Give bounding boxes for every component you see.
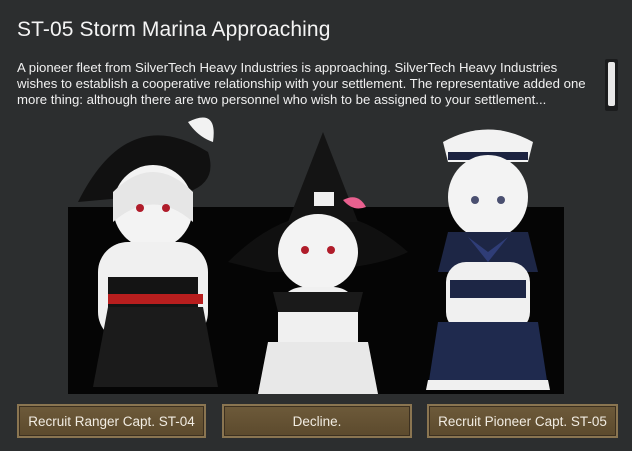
recruit-pioneer-button[interactable]: Recruit Pioneer Capt. ST-05 (427, 404, 618, 438)
pioneer-character-figure (426, 129, 550, 390)
body-scrollbar[interactable] (605, 59, 618, 111)
scrollbar-thumb[interactable] (608, 62, 615, 106)
decline-button[interactable]: Decline. (222, 404, 412, 438)
dialog-title: ST-05 Storm Marina Approaching (17, 18, 331, 41)
event-dialog: ST-05 Storm Marina Approaching A pioneer… (0, 0, 632, 451)
dialog-body-container[interactable]: A pioneer fleet from SilverTech Heavy In… (17, 60, 599, 110)
dialog-body-text: A pioneer fleet from SilverTech Heavy In… (17, 60, 586, 107)
character-illustration (68, 117, 564, 394)
recruit-ranger-button[interactable]: Recruit Ranger Capt. ST-04 (17, 404, 206, 438)
